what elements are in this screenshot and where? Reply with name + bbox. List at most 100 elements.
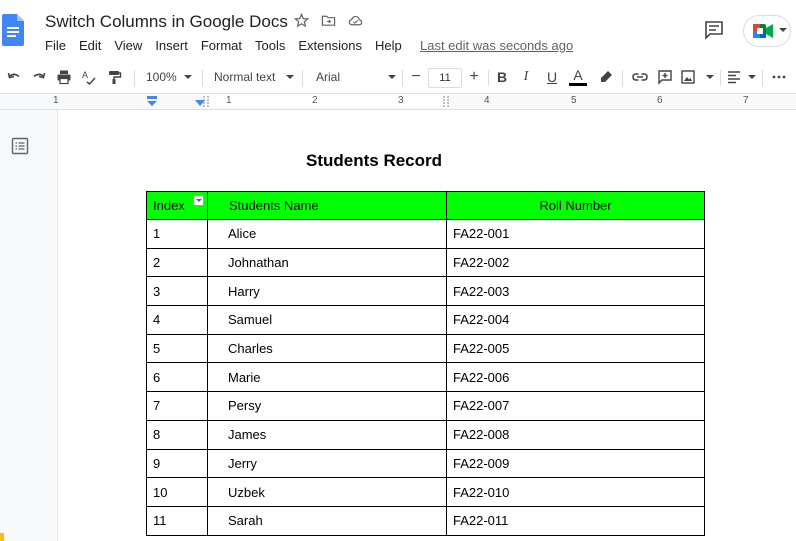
docs-logo-icon[interactable] (2, 14, 24, 46)
cell-index[interactable]: 8 (146, 419, 208, 450)
ruler[interactable]: 1 1 2 3 4 5 6 7 (0, 94, 796, 110)
cell-roll-number[interactable]: FA22-003 (446, 276, 705, 307)
cell-index[interactable]: 7 (146, 391, 208, 421)
cell-student-name[interactable]: Jerry (207, 448, 447, 479)
cell-roll-number[interactable]: FA22-011 (446, 505, 705, 536)
zoom-select[interactable]: 100% (142, 62, 194, 92)
table-row: 9 Jerry FA22-009 (146, 448, 705, 479)
cell-roll-number[interactable]: FA22-010 (446, 477, 705, 507)
document-outline-icon[interactable] (11, 137, 29, 155)
menu-view[interactable]: View (114, 38, 142, 53)
cell-roll-number[interactable]: FA22-001 (446, 219, 705, 249)
cell-roll-number[interactable]: FA22-009 (446, 448, 705, 479)
italic-button[interactable]: I (516, 62, 536, 92)
redo-button[interactable] (29, 62, 49, 92)
table-row: 5 Charles FA22-005 (146, 333, 705, 364)
cell-student-name[interactable]: James (207, 419, 447, 450)
left-indent-marker-icon[interactable] (146, 96, 158, 108)
add-comment-icon (658, 70, 672, 85)
comment-history-icon[interactable] (704, 20, 724, 40)
chevron-down-icon (388, 75, 396, 79)
underline-button[interactable]: U (542, 62, 562, 92)
more-options-button[interactable] (768, 62, 790, 92)
cell-student-name[interactable]: Sarah (207, 505, 447, 536)
cell-student-name[interactable]: Persy (207, 391, 447, 421)
cell-student-name[interactable]: Charles (207, 333, 447, 364)
cell-roll-number[interactable]: FA22-004 (446, 305, 705, 335)
toolbar: A 100% Normal text Arial − + B I U A (0, 62, 796, 94)
cell-menu-dropdown-icon[interactable] (193, 195, 204, 206)
cell-student-name[interactable]: Samuel (207, 305, 447, 335)
students-table[interactable]: Index Students Name Roll Number 1 Alice FA… (146, 191, 705, 536)
menu-edit[interactable]: Edit (79, 38, 101, 53)
spellcheck-button[interactable]: A (79, 62, 99, 92)
cell-student-name[interactable]: Marie (207, 362, 447, 393)
insert-link-button[interactable] (630, 62, 650, 92)
cell-roll-number[interactable]: FA22-002 (446, 247, 705, 278)
column-divider-handle-icon[interactable] (443, 96, 449, 108)
ruler-cell-area (205, 95, 448, 108)
move-to-folder-icon[interactable] (321, 13, 336, 28)
column-divider-handle-icon[interactable] (203, 96, 209, 108)
print-button[interactable] (54, 62, 74, 92)
undo-button[interactable] (4, 62, 24, 92)
highlighter-icon (601, 71, 612, 82)
ruler-number: 5 (571, 95, 577, 106)
cell-student-name[interactable]: Uzbek (207, 477, 447, 507)
ruler-number: 2 (312, 95, 318, 106)
menu-file[interactable]: File (45, 38, 66, 53)
table-row: 3 Harry FA22-003 (146, 276, 705, 307)
decrease-font-size-button[interactable]: − (406, 62, 426, 92)
style-select[interactable]: Normal text (210, 62, 296, 92)
cell-index[interactable]: 2 (146, 247, 208, 278)
table-row: 10 Uzbek FA22-010 (146, 477, 705, 507)
menu-tools[interactable]: Tools (255, 38, 285, 53)
menu-help[interactable]: Help (375, 38, 402, 53)
cell-index[interactable]: 1 (146, 219, 208, 249)
cell-index[interactable]: 4 (146, 305, 208, 335)
paint-format-button[interactable] (104, 62, 124, 92)
cell-roll-number[interactable]: FA22-005 (446, 333, 705, 364)
ruler-number: 3 (398, 95, 404, 106)
menu-format[interactable]: Format (201, 38, 242, 53)
cell-index[interactable]: 3 (146, 276, 208, 307)
cloud-status-icon[interactable] (348, 13, 363, 28)
cell-index[interactable]: 10 (146, 477, 208, 507)
insert-image-button[interactable] (680, 62, 714, 92)
align-button[interactable] (726, 62, 756, 92)
header-cell-roll-number[interactable]: Roll Number (446, 191, 705, 220)
text-color-button[interactable]: A (568, 62, 588, 92)
font-select[interactable]: Arial (310, 62, 398, 92)
menu-extensions[interactable]: Extensions (298, 38, 362, 53)
cell-roll-number[interactable]: FA22-006 (446, 362, 705, 393)
document-title[interactable]: Switch Columns in Google Docs (45, 12, 288, 32)
star-icon[interactable] (294, 13, 309, 28)
last-edit-link[interactable]: Last edit was seconds ago (420, 38, 573, 53)
style-value: Normal text (214, 70, 276, 84)
add-comment-button[interactable] (655, 62, 675, 92)
cell-index[interactable]: 6 (146, 362, 208, 393)
cell-student-name[interactable]: Harry (207, 276, 447, 307)
increase-font-size-button[interactable]: + (464, 62, 484, 92)
ruler-number: 1 (53, 95, 59, 106)
header-cell-students-name[interactable]: Students Name (207, 191, 447, 220)
cell-roll-number[interactable]: FA22-008 (446, 419, 705, 450)
meet-button[interactable] (743, 15, 791, 47)
document-heading[interactable]: Students Record (306, 151, 442, 171)
print-icon (57, 70, 71, 85)
ruler-number: 7 (743, 95, 749, 106)
menu-insert[interactable]: Insert (155, 38, 188, 53)
chevron-down-icon (779, 28, 787, 32)
cell-index[interactable]: 11 (146, 505, 208, 536)
table-row: 1 Alice FA22-001 (146, 219, 705, 249)
cell-student-name[interactable]: Alice (207, 219, 447, 249)
font-size-input[interactable]: 11 (428, 68, 462, 88)
cell-index[interactable]: 5 (146, 333, 208, 364)
cell-student-name[interactable]: Johnathan (207, 247, 447, 278)
highlight-button[interactable] (596, 62, 616, 92)
bold-button[interactable]: B (492, 62, 512, 92)
chevron-down-icon (748, 75, 756, 79)
cell-index[interactable]: 9 (146, 448, 208, 479)
cell-roll-number[interactable]: FA22-007 (446, 391, 705, 421)
outline-pane (0, 110, 57, 541)
